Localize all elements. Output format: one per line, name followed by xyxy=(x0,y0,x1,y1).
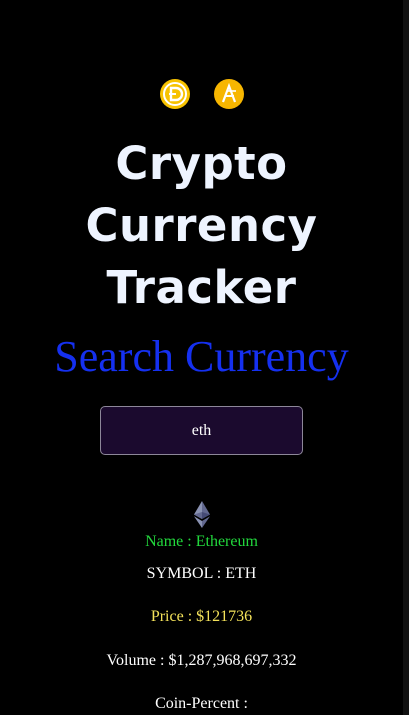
dogecoin-icon xyxy=(159,79,190,109)
coin-percent: Coin-Percent : xyxy=(155,695,248,712)
coin-name: Name : Ethereum xyxy=(145,533,258,550)
ethereum-icon xyxy=(193,501,210,528)
coin-logo xyxy=(0,501,403,528)
search-input[interactable] xyxy=(100,406,303,455)
search-heading: Search Currency xyxy=(54,332,349,381)
coin-price: Price : $121736 xyxy=(150,608,253,625)
page-title: Crypto Currency Tracker xyxy=(0,133,403,319)
scrollbar[interactable] xyxy=(403,0,409,715)
header-icons xyxy=(0,79,403,109)
title-line: Crypto xyxy=(115,137,288,190)
ankr-icon xyxy=(213,79,244,109)
coin-symbol: SYMBOL : ETH xyxy=(146,565,257,582)
title-line: Tracker xyxy=(106,261,297,314)
coin-volume: Volume : $1,287,968,697,332 xyxy=(106,652,297,669)
title-line: Currency xyxy=(85,199,318,252)
